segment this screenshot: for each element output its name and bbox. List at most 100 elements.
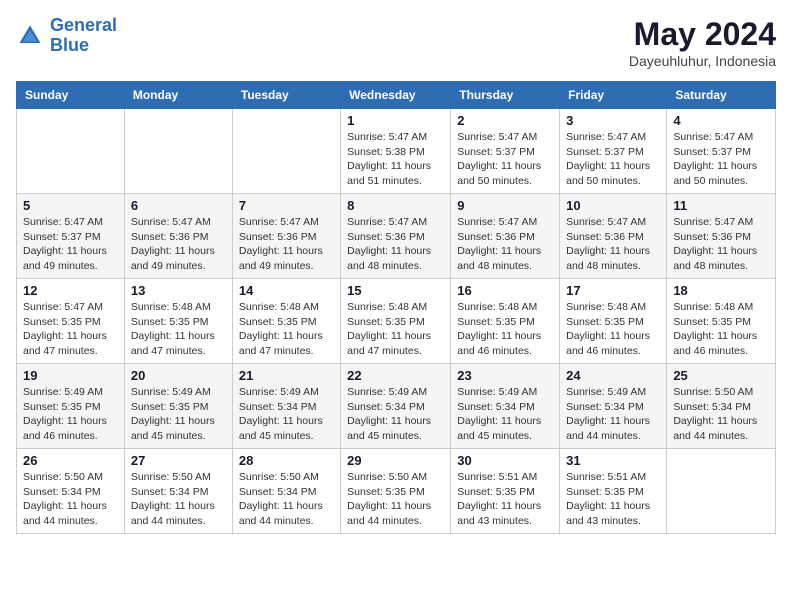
- day-number: 13: [131, 283, 226, 298]
- week-row-5: 26Sunrise: 5:50 AMSunset: 5:34 PMDayligh…: [17, 449, 776, 534]
- day-number: 10: [566, 198, 660, 213]
- calendar-cell: 11 Sunrise: 5:47 AMSunset: 5:36 PMDayligh…: [667, 194, 776, 279]
- calendar-cell: 4Sunrise: 5:47 AMSunset: 5:37 PMDaylight…: [667, 109, 776, 194]
- calendar-cell: 7 Sunrise: 5:47 AMSunset: 5:36 PMDaylight…: [232, 194, 340, 279]
- day-info: Sunrise: 5:49 AMSunset: 5:34 PMDaylight:…: [347, 385, 444, 444]
- calendar-cell: 15 Sunrise: 5:48 AMSunset: 5:35 PMDayligh…: [341, 279, 451, 364]
- day-number: 20: [131, 368, 226, 383]
- day-number: 4: [673, 113, 769, 128]
- day-info: Sunrise: 5:51 AMSunset: 5:35 PMDaylight:…: [566, 470, 660, 529]
- calendar-cell: 22 Sunrise: 5:49 AMSunset: 5:34 PMDayligh…: [341, 364, 451, 449]
- day-number: 6: [131, 198, 226, 213]
- day-number: 22: [347, 368, 444, 383]
- calendar-cell: 9 Sunrise: 5:47 AMSunset: 5:36 PMDaylight…: [451, 194, 560, 279]
- day-info: Sunrise: 5:50 AMSunset: 5:34 PMDaylight:…: [131, 470, 226, 529]
- header-tuesday: Tuesday: [232, 82, 340, 109]
- calendar-cell: [667, 449, 776, 534]
- calendar-cell: 2Sunrise: 5:47 AMSunset: 5:37 PMDaylight…: [451, 109, 560, 194]
- header-wednesday: Wednesday: [341, 82, 451, 109]
- week-row-2: 5 Sunrise: 5:47 AMSunset: 5:37 PMDaylight…: [17, 194, 776, 279]
- day-number: 24: [566, 368, 660, 383]
- day-info: Sunrise: 5:47 AMSunset: 5:36 PMDaylight:…: [347, 215, 444, 274]
- week-row-1: 1Sunrise: 5:47 AMSunset: 5:38 PMDaylight…: [17, 109, 776, 194]
- day-info: Sunrise: 5:47 AMSunset: 5:38 PMDaylight:…: [347, 130, 444, 189]
- logo-text: General Blue: [50, 16, 117, 56]
- calendar-cell: [232, 109, 340, 194]
- header-thursday: Thursday: [451, 82, 560, 109]
- page-header: General Blue May 2024 Dayeuhluhur, Indon…: [16, 16, 776, 69]
- day-info: Sunrise: 5:48 AMSunset: 5:35 PMDaylight:…: [347, 300, 444, 359]
- day-number: 29: [347, 453, 444, 468]
- day-info: Sunrise: 5:47 AMSunset: 5:36 PMDaylight:…: [239, 215, 334, 274]
- calendar-cell: 28 Sunrise: 5:50 AMSunset: 5:34 PMDayligh…: [232, 449, 340, 534]
- calendar-cell: 19Sunrise: 5:49 AMSunset: 5:35 PMDayligh…: [17, 364, 125, 449]
- day-info: Sunrise: 5:48 AMSunset: 5:35 PMDaylight:…: [457, 300, 553, 359]
- title-area: May 2024 Dayeuhluhur, Indonesia: [629, 16, 776, 69]
- calendar-cell: 12Sunrise: 5:47 AMSunset: 5:35 PMDayligh…: [17, 279, 125, 364]
- day-info: Sunrise: 5:47 AMSunset: 5:37 PMDaylight:…: [457, 130, 553, 189]
- day-info: Sunrise: 5:48 AMSunset: 5:35 PMDaylight:…: [239, 300, 334, 359]
- calendar-cell: 31 Sunrise: 5:51 AMSunset: 5:35 PMDayligh…: [560, 449, 667, 534]
- header-monday: Monday: [124, 82, 232, 109]
- day-number: 31: [566, 453, 660, 468]
- calendar-cell: 13 Sunrise: 5:48 AMSunset: 5:35 PMDayligh…: [124, 279, 232, 364]
- day-info: Sunrise: 5:49 AMSunset: 5:34 PMDaylight:…: [457, 385, 553, 444]
- day-number: 30: [457, 453, 553, 468]
- location: Dayeuhluhur, Indonesia: [629, 53, 776, 69]
- day-number: 14: [239, 283, 334, 298]
- day-number: 25: [673, 368, 769, 383]
- day-number: 3: [566, 113, 660, 128]
- calendar-cell: 29 Sunrise: 5:50 AMSunset: 5:35 PMDayligh…: [341, 449, 451, 534]
- month-year: May 2024: [629, 16, 776, 53]
- header-row: SundayMondayTuesdayWednesdayThursdayFrid…: [17, 82, 776, 109]
- day-info: Sunrise: 5:47 AMSunset: 5:35 PMDaylight:…: [23, 300, 118, 359]
- header-sunday: Sunday: [17, 82, 125, 109]
- calendar-cell: 21Sunrise: 5:49 AMSunset: 5:34 PMDayligh…: [232, 364, 340, 449]
- calendar-cell: 17Sunrise: 5:48 AMSunset: 5:35 PMDayligh…: [560, 279, 667, 364]
- week-row-4: 19 Sunrise: 5:49 AMSunset: 5:35 PMDayligh…: [17, 364, 776, 449]
- day-number: 27: [131, 453, 226, 468]
- day-info: Sunrise: 5:48 AMSunset: 5:35 PMDaylight:…: [131, 300, 226, 359]
- calendar-cell: 10 Sunrise: 5:47 AMSunset: 5:36 PMDayligh…: [560, 194, 667, 279]
- calendar-table: SundayMondayTuesdayWednesdayThursdayFrid…: [16, 81, 776, 534]
- day-number: 9: [457, 198, 553, 213]
- day-info: Sunrise: 5:50 AMSunset: 5:34 PMDaylight:…: [673, 385, 769, 444]
- day-info: Sunrise: 5:47 AMSunset: 5:37 PMDaylight:…: [23, 215, 118, 274]
- day-info: Sunrise: 5:49 AMSunset: 5:35 PMDaylight:…: [131, 385, 226, 444]
- day-number: 28: [239, 453, 334, 468]
- calendar-cell: 26Sunrise: 5:50 AMSunset: 5:34 PMDayligh…: [17, 449, 125, 534]
- calendar-cell: 6 Sunrise: 5:47 AMSunset: 5:36 PMDaylight…: [124, 194, 232, 279]
- calendar-cell: 18Sunrise: 5:48 AMSunset: 5:35 PMDayligh…: [667, 279, 776, 364]
- day-info: Sunrise: 5:47 AMSunset: 5:36 PMDaylight:…: [673, 215, 769, 274]
- day-info: Sunrise: 5:47 AMSunset: 5:36 PMDaylight:…: [566, 215, 660, 274]
- header-friday: Friday: [560, 82, 667, 109]
- day-number: 7: [239, 198, 334, 213]
- day-info: Sunrise: 5:51 AMSunset: 5:35 PMDaylight:…: [457, 470, 553, 529]
- day-info: Sunrise: 5:49 AMSunset: 5:34 PMDaylight:…: [566, 385, 660, 444]
- calendar-cell: 16Sunrise: 5:48 AMSunset: 5:35 PMDayligh…: [451, 279, 560, 364]
- day-info: Sunrise: 5:47 AMSunset: 5:37 PMDaylight:…: [566, 130, 660, 189]
- calendar-cell: 30 Sunrise: 5:51 AMSunset: 5:35 PMDayligh…: [451, 449, 560, 534]
- calendar-cell: 3 Sunrise: 5:47 AMSunset: 5:37 PMDaylight…: [560, 109, 667, 194]
- day-info: Sunrise: 5:50 AMSunset: 5:35 PMDaylight:…: [347, 470, 444, 529]
- header-saturday: Saturday: [667, 82, 776, 109]
- calendar-cell: 27 Sunrise: 5:50 AMSunset: 5:34 PMDayligh…: [124, 449, 232, 534]
- day-number: 17: [566, 283, 660, 298]
- day-info: Sunrise: 5:47 AMSunset: 5:36 PMDaylight:…: [457, 215, 553, 274]
- calendar-header: SundayMondayTuesdayWednesdayThursdayFrid…: [17, 82, 776, 109]
- calendar-cell: 20 Sunrise: 5:49 AMSunset: 5:35 PMDayligh…: [124, 364, 232, 449]
- day-info: Sunrise: 5:49 AMSunset: 5:34 PMDaylight:…: [239, 385, 334, 444]
- calendar-cell: 1Sunrise: 5:47 AMSunset: 5:38 PMDaylight…: [341, 109, 451, 194]
- day-number: 8: [347, 198, 444, 213]
- day-number: 23: [457, 368, 553, 383]
- day-number: 18: [673, 283, 769, 298]
- day-info: Sunrise: 5:47 AMSunset: 5:36 PMDaylight:…: [131, 215, 226, 274]
- logo-icon: [16, 22, 44, 50]
- day-number: 15: [347, 283, 444, 298]
- day-number: 11: [673, 198, 769, 213]
- week-row-3: 12Sunrise: 5:47 AMSunset: 5:35 PMDayligh…: [17, 279, 776, 364]
- day-number: 19: [23, 368, 118, 383]
- calendar-cell: 25 Sunrise: 5:50 AMSunset: 5:34 PMDayligh…: [667, 364, 776, 449]
- day-info: Sunrise: 5:50 AMSunset: 5:34 PMDaylight:…: [239, 470, 334, 529]
- day-number: 5: [23, 198, 118, 213]
